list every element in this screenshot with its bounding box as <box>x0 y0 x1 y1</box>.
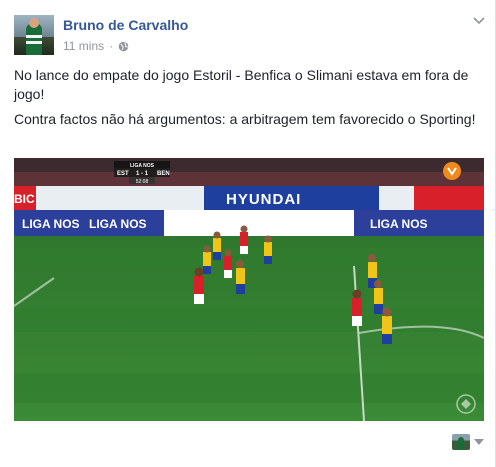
scoreboard-clock: 52:08 <box>136 179 149 185</box>
player-benfica <box>352 289 362 326</box>
player-estoril <box>264 235 272 264</box>
reaction-actor-selector[interactable] <box>452 434 484 450</box>
player-estoril <box>374 280 383 314</box>
player-estoril <box>236 260 245 294</box>
video-player[interactable]: BIC HYUNDAI LIGA NOS LIGA NOS LIGA NOS L… <box>14 158 484 421</box>
player-benfica <box>224 249 232 278</box>
player-estoril <box>213 231 221 260</box>
player-benfica <box>194 267 204 304</box>
video-frame: BIC HYUNDAI LIGA NOS LIGA NOS LIGA NOS L… <box>14 158 484 421</box>
ad-board-red <box>414 186 484 210</box>
ad-text: LIGA NOS <box>370 217 428 231</box>
timestamp-link[interactable]: 11 mins <box>63 39 104 53</box>
ad-text: BIC <box>14 192 35 206</box>
chevron-down-icon[interactable] <box>472 16 486 26</box>
post-text-line: Contra factos não há argumentos: a arbit… <box>14 111 476 127</box>
post-meta: 11 mins · <box>63 39 129 53</box>
avatar-stripe <box>26 35 42 38</box>
pitch-stripe <box>14 308 484 332</box>
ad-text: LIGA NOS <box>22 217 80 231</box>
ad-text: HYUNDAI <box>226 191 301 208</box>
author-name-link[interactable]: Bruno de Carvalho <box>63 17 188 33</box>
player-estoril <box>382 307 392 344</box>
actor-avatar <box>452 434 470 450</box>
author-avatar[interactable] <box>14 15 54 55</box>
caret-down-icon <box>474 439 484 445</box>
scoreboard-score: 1 - 1 <box>136 171 149 177</box>
scoreboard-away: BEN <box>157 171 170 177</box>
pitch-stripe <box>14 373 484 403</box>
avatar-stripe <box>26 41 42 44</box>
player-benfica <box>240 225 248 254</box>
globe-icon[interactable] <box>118 41 129 52</box>
avatar-head <box>29 18 39 28</box>
ad-text: LIGA NOS <box>89 217 147 231</box>
player-estoril <box>203 245 211 274</box>
scoreboard-home: EST <box>117 171 129 177</box>
channel-logo-icon <box>443 162 461 180</box>
post-text-line: No lance do empate do jogo Estoril - Ben… <box>14 67 469 102</box>
pitch-stripe <box>14 248 484 266</box>
post-card: Bruno de Carvalho 11 mins · No lance do … <box>0 0 496 467</box>
crowd-red <box>14 172 484 188</box>
meta-separator: · <box>109 39 114 53</box>
